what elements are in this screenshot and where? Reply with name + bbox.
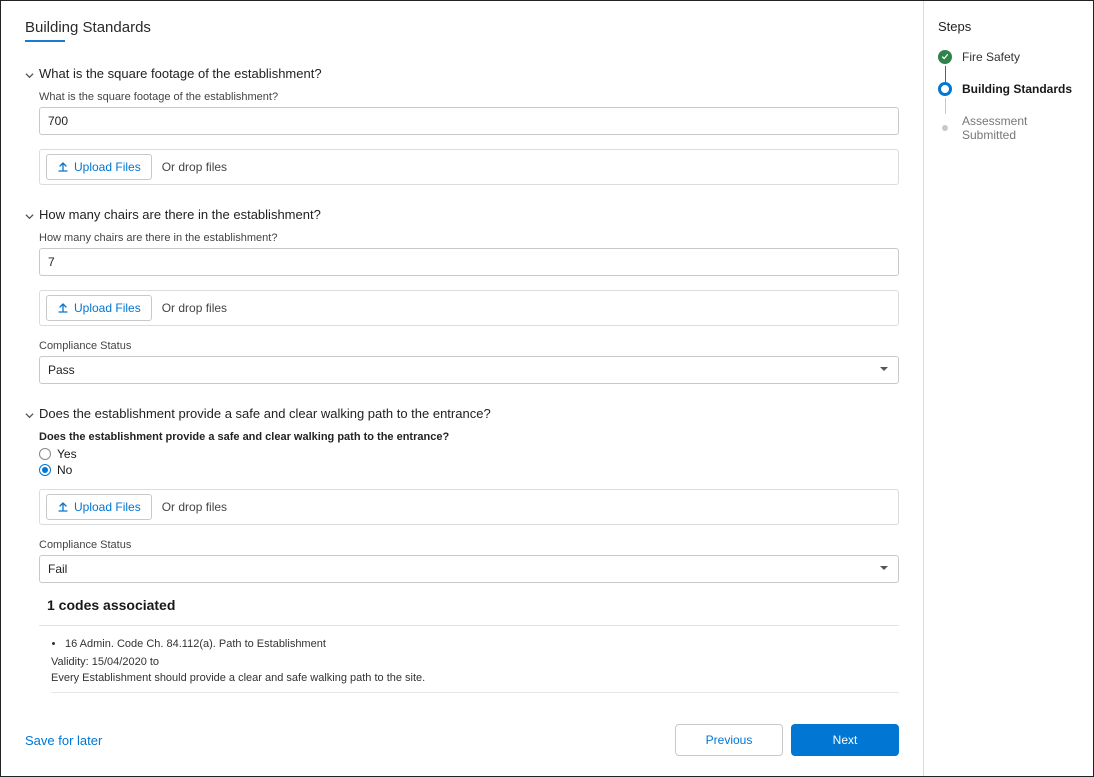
main-panel: Building Standards What is the square fo… — [1, 1, 923, 776]
upload-files-button[interactable]: Upload Files — [46, 295, 152, 321]
question-square-footage: What is the square footage of the establ… — [25, 66, 899, 185]
check-circle-icon — [938, 50, 952, 64]
title-underline — [25, 40, 65, 42]
upload-files-button[interactable]: Upload Files — [46, 494, 152, 520]
radio-option-yes[interactable]: Yes — [39, 447, 899, 461]
step-building-standards[interactable]: Building Standards — [938, 82, 1083, 96]
drop-hint: Or drop files — [158, 291, 227, 325]
radio-label: No — [57, 463, 72, 477]
upload-icon — [57, 501, 69, 513]
upcoming-step-icon — [942, 125, 948, 131]
compliance-select[interactable]: Fail — [39, 555, 899, 583]
upload-label: Upload Files — [74, 301, 141, 315]
radio-group: Yes No — [39, 447, 899, 477]
step-label: Assessment Submitted — [962, 114, 1083, 142]
next-button[interactable]: Next — [791, 724, 899, 756]
chevron-down-icon — [25, 209, 34, 218]
step-fire-safety[interactable]: Fire Safety — [938, 50, 1083, 64]
divider — [39, 625, 899, 626]
form-content: What is the square footage of the establ… — [25, 66, 899, 706]
chairs-input[interactable] — [39, 248, 899, 276]
file-upload-area[interactable]: Upload Files Or drop files — [39, 149, 899, 185]
steps-title: Steps — [938, 19, 1083, 34]
question-walking-path: Does the establishment provide a safe an… — [25, 406, 899, 693]
steps-sidebar: Steps Fire Safety Building Standards Ass… — [923, 1, 1093, 776]
radio-icon — [39, 448, 51, 460]
compliance-value: Pass — [39, 356, 899, 384]
page-title: Building Standards — [25, 19, 899, 36]
footer: Save for later Previous Next — [25, 706, 899, 756]
step-label: Fire Safety — [962, 50, 1020, 64]
code-description: Every Establishment should provide a cle… — [51, 672, 899, 684]
question-header[interactable]: How many chairs are there in the establi… — [25, 207, 899, 222]
chevron-down-icon — [25, 408, 34, 417]
codes-list: 16 Admin. Code Ch. 84.112(a). Path to Es… — [39, 638, 899, 650]
file-upload-area[interactable]: Upload Files Or drop files — [39, 290, 899, 326]
drop-hint: Or drop files — [158, 490, 227, 524]
question-header[interactable]: Does the establishment provide a safe an… — [25, 406, 899, 421]
question-title: What is the square footage of the establ… — [39, 66, 322, 81]
code-validity: Validity: 15/04/2020 to — [51, 656, 899, 668]
question-chairs: How many chairs are there in the establi… — [25, 207, 899, 384]
divider — [51, 692, 899, 693]
code-item-title: 16 Admin. Code Ch. 84.112(a). Path to Es… — [65, 638, 899, 650]
field-label: What is the square footage of the establ… — [39, 91, 899, 103]
previous-button[interactable]: Previous — [675, 724, 783, 756]
step-connector — [945, 66, 946, 82]
step-label: Building Standards — [962, 82, 1072, 96]
upload-label: Upload Files — [74, 500, 141, 514]
codes-heading: 1 codes associated — [47, 597, 899, 613]
square-footage-input[interactable] — [39, 107, 899, 135]
radio-icon — [39, 464, 51, 476]
step-assessment-submitted[interactable]: Assessment Submitted — [938, 114, 1083, 142]
compliance-label: Compliance Status — [39, 539, 899, 551]
compliance-value: Fail — [39, 555, 899, 583]
field-label: How many chairs are there in the establi… — [39, 232, 899, 244]
file-upload-area[interactable]: Upload Files Or drop files — [39, 489, 899, 525]
question-title: Does the establishment provide a safe an… — [39, 406, 491, 421]
upload-icon — [57, 161, 69, 173]
current-step-icon — [938, 82, 952, 96]
question-header[interactable]: What is the square footage of the establ… — [25, 66, 899, 81]
step-connector — [945, 98, 946, 114]
question-title: How many chairs are there in the establi… — [39, 207, 321, 222]
field-label: Does the establishment provide a safe an… — [39, 431, 899, 443]
save-for-later-link[interactable]: Save for later — [25, 733, 102, 748]
radio-option-no[interactable]: No — [39, 463, 899, 477]
upload-label: Upload Files — [74, 160, 141, 174]
drop-hint: Or drop files — [158, 150, 227, 184]
compliance-select[interactable]: Pass — [39, 356, 899, 384]
upload-files-button[interactable]: Upload Files — [46, 154, 152, 180]
compliance-label: Compliance Status — [39, 340, 899, 352]
radio-label: Yes — [57, 447, 77, 461]
chevron-down-icon — [25, 68, 34, 77]
upload-icon — [57, 302, 69, 314]
